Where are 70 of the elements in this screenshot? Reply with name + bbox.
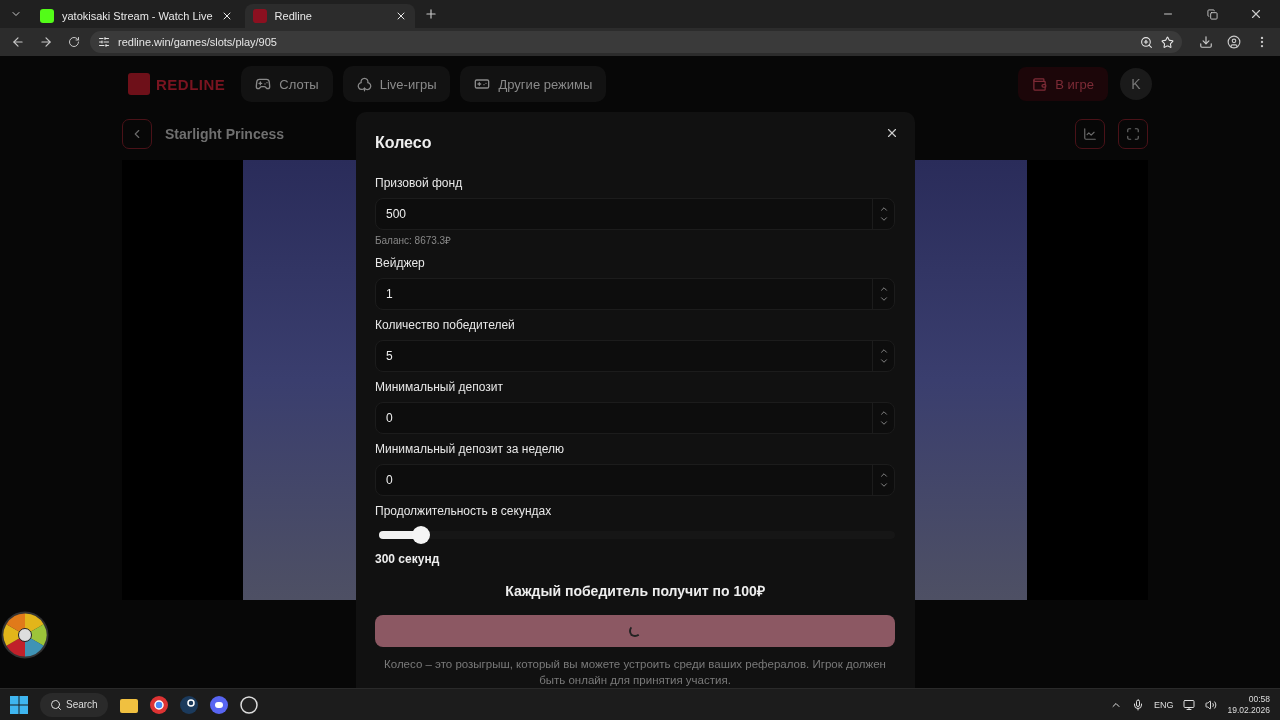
decrement-icon[interactable] <box>878 418 889 428</box>
field-label: Призовой фонд <box>375 175 464 192</box>
taskbar-search[interactable]: Search <box>40 692 108 717</box>
decrement-icon[interactable] <box>878 214 889 224</box>
increment-icon[interactable] <box>878 346 889 356</box>
favicon-icon <box>252 9 267 23</box>
restore-icon[interactable] <box>1206 8 1218 20</box>
folder-icon[interactable] <box>119 696 138 713</box>
balance-hint: Баланс: 8673.3₽ <box>375 234 453 248</box>
number-field[interactable]: 500 <box>375 198 895 230</box>
number-field[interactable]: 0 <box>375 402 895 434</box>
gamepad-icon <box>255 76 272 92</box>
field-label: Продолжительность в секундах <box>375 503 553 520</box>
wallet-icon <box>1032 76 1048 92</box>
decrement-icon[interactable] <box>878 480 889 490</box>
reload-icon[interactable] <box>68 36 80 48</box>
nav-button[interactable]: Live-игры <box>342 66 451 102</box>
decrement-icon[interactable] <box>878 294 889 304</box>
prize-summary: Каждый победитель получит по 100₽ <box>504 582 766 600</box>
loading-spinner-icon <box>629 625 641 637</box>
number-field[interactable]: 0 <box>375 464 895 496</box>
increment-icon[interactable] <box>878 408 889 418</box>
stats-button[interactable] <box>1075 119 1105 149</box>
nav-button[interactable]: Слоты <box>241 66 333 102</box>
forward-arrow-icon[interactable] <box>39 35 53 49</box>
increment-icon[interactable] <box>878 470 889 480</box>
close-icon[interactable] <box>885 126 899 140</box>
profile-icon[interactable] <box>1227 35 1241 49</box>
browser-icon[interactable] <box>149 695 168 714</box>
site-settings-icon[interactable] <box>98 36 110 48</box>
back-arrow-icon[interactable] <box>11 35 25 49</box>
recorder-icon[interactable] <box>239 695 258 714</box>
close-icon[interactable] <box>1249 7 1263 21</box>
address-field[interactable]: redline.win/games/slots/play/905 <box>90 31 1182 53</box>
duration-reading: 300 секунд <box>375 551 441 567</box>
number-field[interactable]: 1 <box>375 278 895 310</box>
number-field[interactable]: 5 <box>375 340 895 372</box>
gamepad-icon <box>474 76 491 92</box>
user-avatar[interactable]: K <box>1120 68 1152 100</box>
bookmark-star-icon[interactable] <box>1161 35 1174 49</box>
field-label: Вейджер <box>375 255 426 272</box>
field-label: Минимальный депозит за неделю <box>375 441 566 458</box>
nav-button[interactable]: Другие режимы <box>460 66 607 102</box>
browser-tab[interactable]: yatokisaki Stream - Watch Live <box>32 4 241 28</box>
dialog-title: Колесо <box>375 133 433 153</box>
game-title: Starlight Princess <box>165 126 285 142</box>
slider-thumb[interactable] <box>411 526 430 544</box>
download-icon[interactable] <box>1199 35 1213 49</box>
network-icon[interactable] <box>1183 698 1196 711</box>
increment-icon[interactable] <box>878 204 889 214</box>
zoom-icon[interactable] <box>1140 35 1153 49</box>
field-label: Минимальный депозит <box>375 379 504 396</box>
chat-app-icon[interactable] <box>209 695 228 714</box>
favicon-icon <box>40 9 54 23</box>
search-icon <box>50 698 62 711</box>
decrement-icon[interactable] <box>878 356 889 366</box>
microphone-icon[interactable] <box>1131 698 1144 711</box>
taskbar-clock[interactable]: 00:58 19.02.2026 <box>1227 693 1270 716</box>
windows-start-icon[interactable] <box>10 695 28 714</box>
new-tab-icon[interactable] <box>423 7 438 21</box>
language-indicator[interactable]: ENG <box>1153 699 1174 710</box>
fullscreen-icon <box>1126 127 1140 141</box>
line-chart-icon <box>1083 127 1097 141</box>
dialog-description: Колесо – это розыгрыш, который вы можете устроить среди ваших рефералов. Игрок должен быть онлайн для принятия участия. <box>383 657 887 688</box>
field-label: Количество победителей <box>375 317 516 334</box>
volume-icon[interactable] <box>1205 698 1218 711</box>
browser-tab[interactable]: Redline <box>244 4 415 28</box>
search-label: Search <box>66 699 98 710</box>
club-icon <box>356 76 372 92</box>
increment-icon[interactable] <box>878 284 889 294</box>
